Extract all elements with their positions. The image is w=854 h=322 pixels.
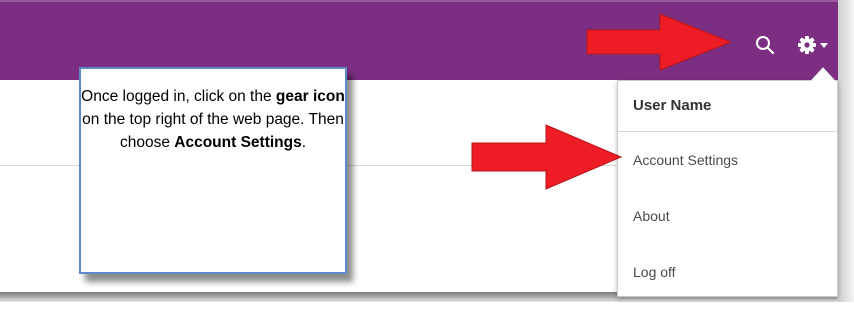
callout-bold-gear: gear icon [275,88,345,105]
arrow-to-header-icons [586,13,733,71]
menu-item-account-settings[interactable]: Account Settings [618,132,837,188]
gear-icon [798,36,816,54]
menu-user-name: User Name [618,81,837,132]
callout-text-3: . [301,134,307,151]
settings-gear-button[interactable] [796,34,830,56]
arrow-to-account-settings [471,124,623,190]
page-right-shadow [838,0,854,302]
callout-bold-account-settings: Account Settings [174,134,302,151]
menu-item-log-off[interactable]: Log off [618,244,837,300]
search-button[interactable] [754,34,776,56]
dropdown-pointer [811,68,835,81]
callout-text-1: Once logged in, click on the [81,88,272,105]
search-icon [756,36,775,55]
settings-dropdown-menu: User Name Account Settings About Log off [617,80,838,297]
instruction-callout: Once logged in, click on the gear icon o… [79,67,347,274]
menu-item-about[interactable]: About [618,188,837,244]
caret-down-icon [820,43,828,48]
